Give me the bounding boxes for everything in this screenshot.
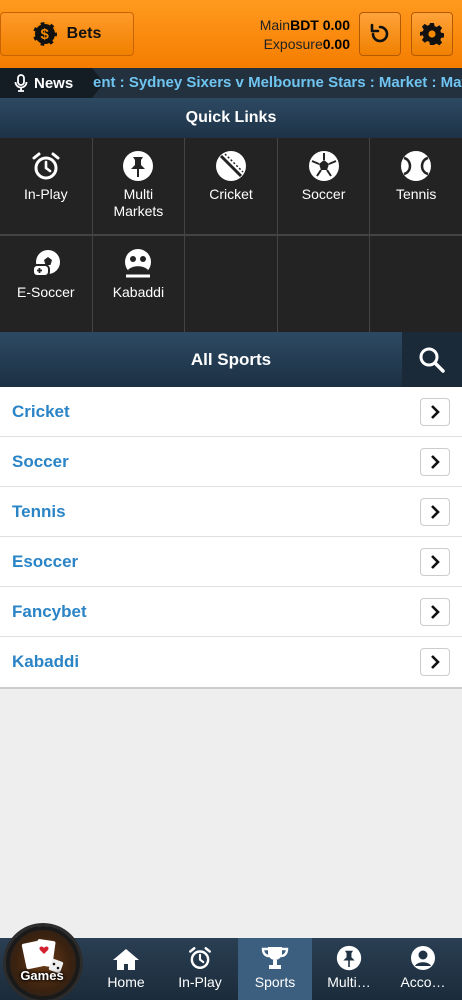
sports-list: Cricket Soccer Tennis Esoccer Fancybet K…	[0, 387, 462, 689]
nav-multi-markets[interactable]: Multi…	[312, 938, 386, 1000]
chevron-right-icon[interactable]	[420, 397, 450, 426]
top-header: $ Bets MainBDT 0.00 Exposure0.00	[0, 0, 462, 68]
exposure-label: Exposure	[263, 36, 323, 52]
sport-name[interactable]: Kabaddi	[12, 652, 79, 672]
soccer-ball-icon	[308, 151, 339, 181]
user-icon	[411, 946, 435, 970]
search-button[interactable]	[402, 332, 462, 387]
coin-icon: $	[32, 22, 57, 46]
nav-home[interactable]: Home	[89, 938, 163, 1000]
news-text[interactable]: ent : Sydney Sixers v Melbourne Stars : …	[93, 68, 462, 98]
quick-link-in-play[interactable]: In-Play	[0, 138, 92, 234]
kabaddi-icon	[125, 249, 152, 278]
empty-cell	[185, 236, 277, 332]
bets-label: Bets	[66, 25, 102, 42]
alarm-clock-icon	[189, 947, 211, 969]
trophy-icon	[261, 947, 289, 969]
quick-link-label: Tennis	[395, 186, 437, 202]
nav-account[interactable]: Acco…	[386, 938, 460, 1000]
sport-row-tennis[interactable]: Tennis	[0, 487, 462, 537]
nav-label: In-Play	[178, 974, 222, 990]
nav-label: Home	[107, 974, 145, 990]
bets-button[interactable]: $ Bets	[0, 12, 134, 56]
nav-label: Acco…	[400, 974, 446, 990]
quick-link-kabaddi[interactable]: Kabaddi	[92, 236, 185, 332]
main-balance: BDT 0.00	[290, 17, 350, 33]
nav-label: Sports	[254, 974, 296, 990]
sport-row-esoccer[interactable]: Esoccer	[0, 537, 462, 587]
tennis-ball-icon	[401, 151, 432, 181]
empty-cell	[277, 236, 370, 332]
chevron-right-icon[interactable]	[420, 547, 450, 576]
all-sports-header: All Sports	[0, 332, 462, 387]
chevron-right-icon[interactable]	[420, 648, 450, 676]
quick-link-e-soccer[interactable]: E-Soccer	[0, 236, 92, 332]
sport-name[interactable]: Esoccer	[12, 552, 78, 572]
nav-in-play[interactable]: In-Play	[163, 938, 237, 1000]
chevron-right-icon[interactable]	[420, 597, 450, 626]
sport-row-cricket[interactable]: Cricket	[0, 387, 462, 437]
chevron-right-icon[interactable]	[420, 447, 450, 476]
empty-cell	[370, 236, 462, 332]
gear-icon	[420, 23, 444, 46]
news-label: News	[34, 74, 74, 92]
quick-link-label: Multi Markets	[113, 186, 164, 219]
pin-icon	[336, 945, 362, 971]
alarm-clock-icon	[32, 152, 60, 180]
quick-link-label: E-Soccer	[17, 284, 75, 300]
search-icon	[419, 347, 445, 373]
quick-link-label: Cricket	[209, 186, 253, 202]
balance-info: MainBDT 0.00 Exposure0.00	[260, 16, 350, 54]
esoccer-icon	[31, 250, 60, 277]
quick-links-title: Quick Links	[0, 98, 462, 138]
sport-name[interactable]: Fancybet	[12, 602, 87, 622]
quick-link-soccer[interactable]: Soccer	[277, 138, 370, 234]
news-ticker: News ent : Sydney Sixers v Melbourne Sta…	[0, 68, 462, 98]
refresh-button[interactable]	[359, 12, 401, 56]
main-label: Main	[259, 17, 291, 33]
sport-name[interactable]: Tennis	[12, 502, 66, 522]
sport-row-kabaddi[interactable]: Kabaddi	[0, 637, 462, 687]
nav-label: Multi…	[327, 974, 371, 990]
microphone-icon	[14, 74, 28, 92]
home-icon	[113, 949, 139, 970]
games-chip-icon	[6, 926, 80, 1000]
refresh-icon	[370, 23, 389, 43]
games-label: Games	[20, 968, 64, 983]
all-sports-title: All Sports	[190, 349, 272, 369]
nav-sports[interactable]: Sports	[238, 938, 312, 1000]
quick-link-multi-markets[interactable]: Multi Markets	[92, 138, 185, 234]
quick-link-label: Soccer	[301, 186, 346, 202]
playing-cards-icon	[21, 939, 64, 974]
pin-icon	[123, 151, 154, 181]
quick-link-label: Kabaddi	[112, 284, 165, 300]
exposure-value: 0.00	[322, 36, 350, 52]
sport-name[interactable]: Cricket	[12, 402, 70, 422]
quick-links-grid: In-Play Multi Markets Cricket Soccer Ten…	[0, 138, 462, 332]
sport-name[interactable]: Soccer	[12, 452, 69, 472]
news-label-box[interactable]: News	[0, 68, 104, 98]
settings-button[interactable]	[411, 12, 453, 56]
quick-link-tennis[interactable]: Tennis	[370, 138, 462, 234]
quick-link-label: In-Play	[24, 186, 68, 202]
quick-link-cricket[interactable]: Cricket	[185, 138, 277, 234]
sport-row-fancybet[interactable]: Fancybet	[0, 587, 462, 637]
games-button[interactable]: Games	[0, 918, 92, 1000]
cricket-ball-icon	[215, 151, 246, 181]
sport-row-soccer[interactable]: Soccer	[0, 437, 462, 487]
chevron-right-icon[interactable]	[420, 497, 450, 526]
